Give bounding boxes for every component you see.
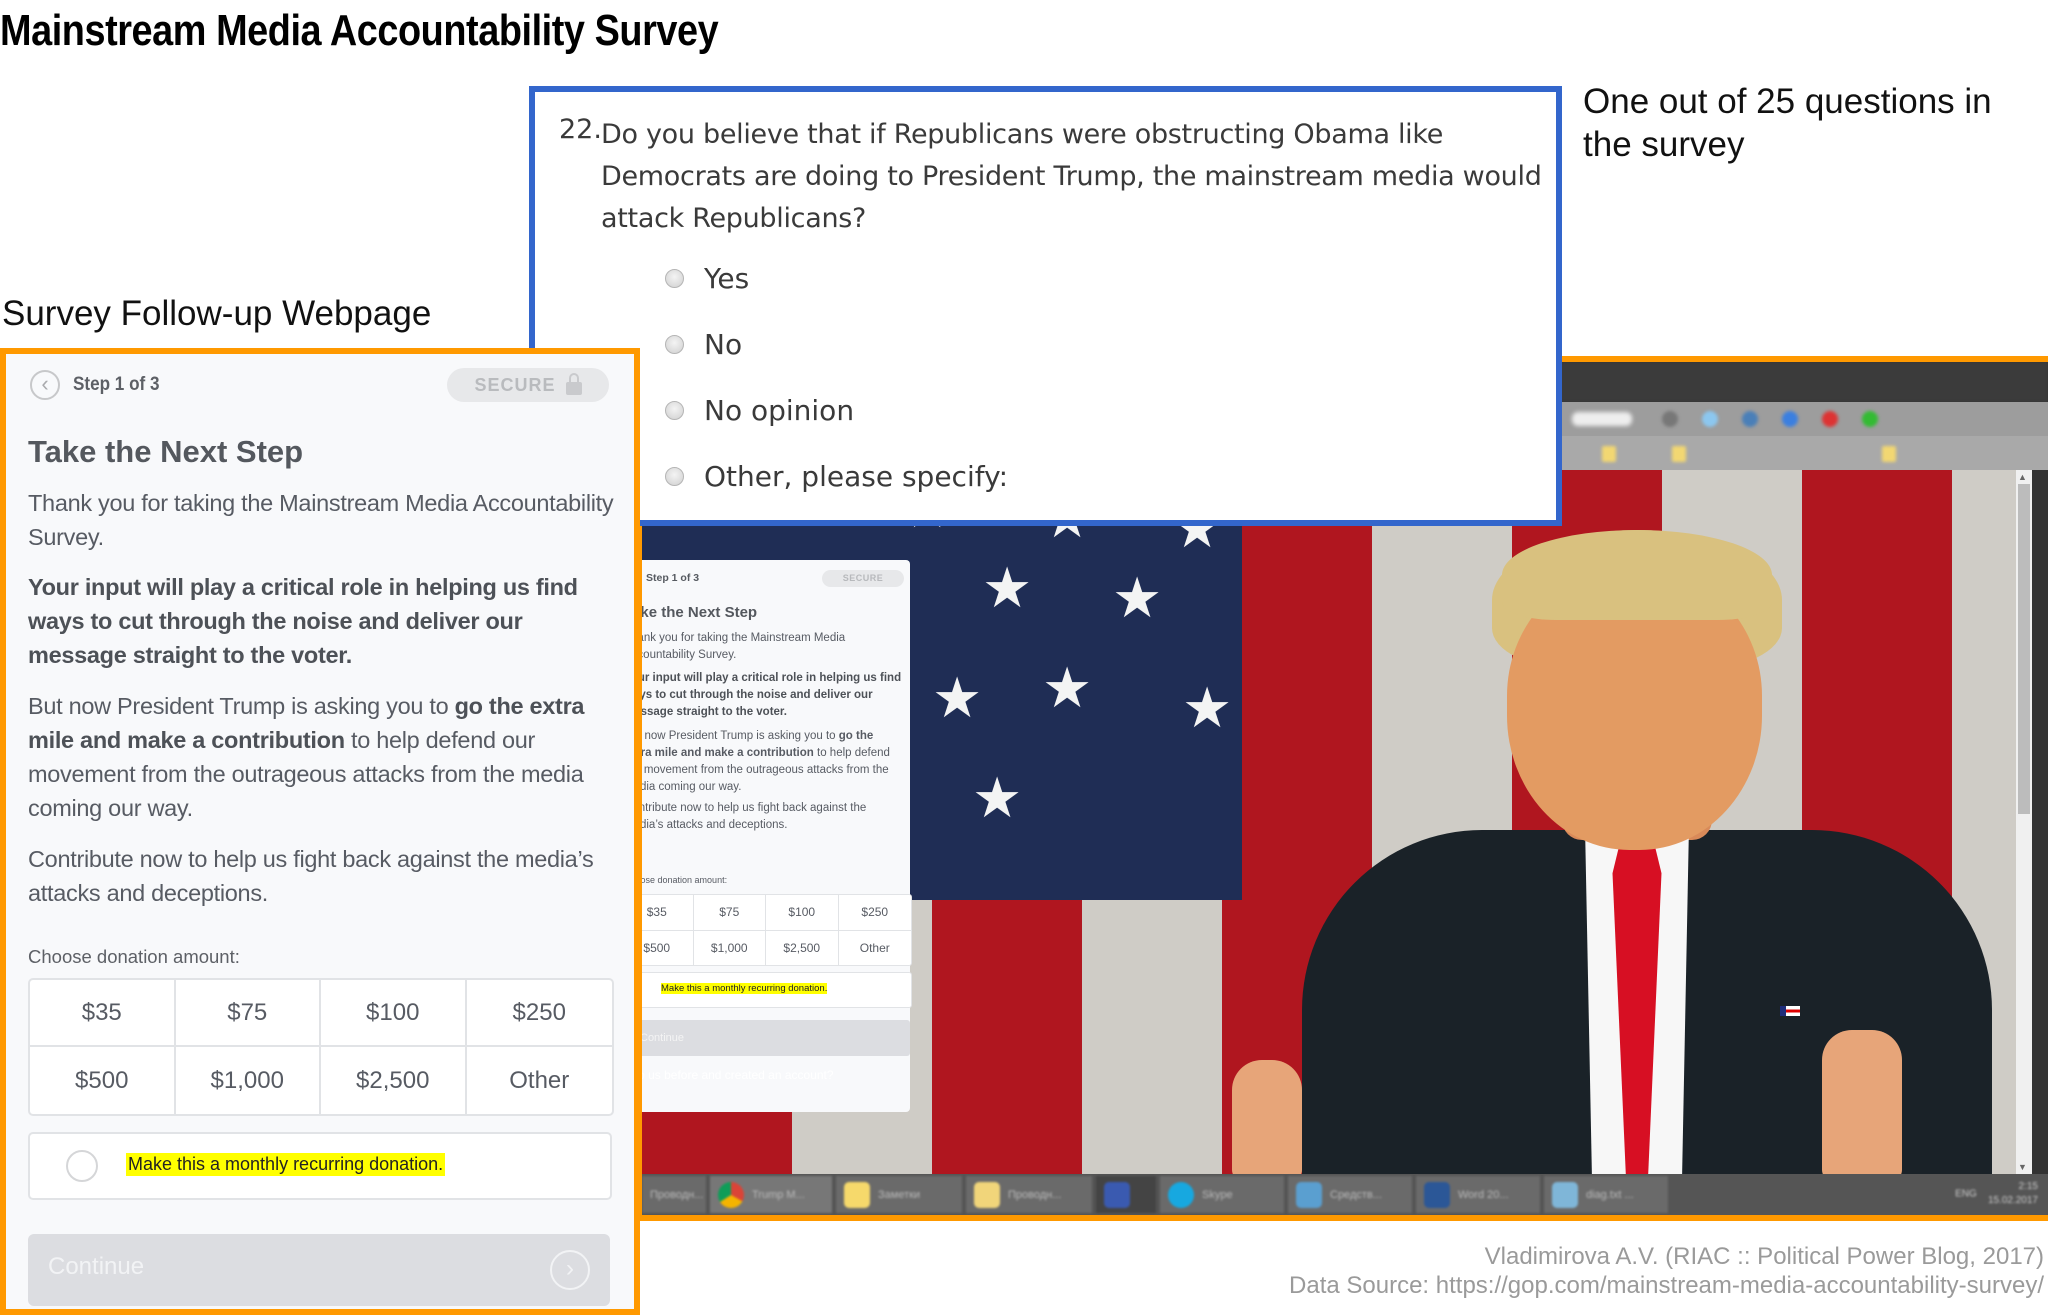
page-scrollbar[interactable]: ▲ ▼: [2016, 470, 2032, 1174]
taskbar-item[interactable]: Проводн...: [966, 1176, 1092, 1213]
recurring-radio[interactable]: [66, 1150, 98, 1182]
scroll-down-icon[interactable]: ▼: [2018, 1162, 2027, 1172]
back-chevron-icon[interactable]: ‹: [30, 370, 60, 400]
answer-option-no-opinion[interactable]: No opinion: [665, 394, 854, 427]
windows-taskbar: Проводн... Trump M... Заметки Проводн...…: [642, 1174, 2048, 1215]
lock-icon: [565, 372, 582, 395]
followup-annotation: Survey Follow-up Webpage: [2, 294, 432, 333]
amount-option-500[interactable]: $500: [30, 1047, 176, 1114]
amount-option-75[interactable]: $75: [175, 980, 321, 1047]
bookmark-folder-icon: [1602, 446, 1616, 462]
app-icon: [1104, 1181, 1130, 1208]
step-indicator: Step 1 of 3: [73, 374, 160, 395]
taskbar-item[interactable]: Проводн...: [642, 1176, 706, 1213]
amount-option-2500[interactable]: $2,500: [321, 1047, 467, 1114]
extension-icon: [1662, 411, 1678, 427]
radio-button[interactable]: [665, 467, 684, 486]
photos-icon: [1296, 1181, 1322, 1208]
taskbar-item[interactable]: Средств...: [1288, 1176, 1412, 1213]
fight-back-text: Contribute now to help us fight back aga…: [28, 846, 594, 906]
web-page-content: ★ ★ ★ ★ ★ ★ ★ ★ ★ TRUMP MAKE AMERICA GRE…: [642, 470, 2032, 1174]
folder-icon: [974, 1181, 1000, 1208]
account-prompt[interactable]: Have you donated to us before and create…: [642, 1068, 834, 1082]
contribution-appeal-text: But now President Trump is asking you to…: [28, 693, 585, 821]
question-annotation: One out of 25 questions in the survey: [1583, 82, 1992, 164]
amount-option-35[interactable]: $35: [30, 980, 176, 1047]
answer-option-other[interactable]: Other, please specify:: [665, 460, 1008, 493]
thank-you-text: Thank you for taking the Mainstream Medi…: [28, 490, 614, 550]
answer-option-yes[interactable]: Yes: [665, 262, 749, 295]
amount-option-1000[interactable]: $1,000: [176, 1047, 321, 1114]
mini-amount-option[interactable]: $75: [693, 895, 766, 931]
radio-button[interactable]: [665, 269, 684, 288]
bookmark-folder-icon: [1882, 446, 1896, 462]
amount-option-other[interactable]: Other: [467, 1047, 613, 1114]
extension-icon: [1742, 411, 1758, 427]
mini-recurring-option[interactable]: Make this a monthly recurring donation.: [642, 972, 912, 1008]
mini-amount-option[interactable]: $1,000: [694, 930, 766, 965]
notepad-icon: [1552, 1181, 1578, 1208]
taskbar-item[interactable]: diag.txt ...: [1544, 1176, 1668, 1213]
page-title: Mainstream Media Accountability Survey: [0, 6, 719, 55]
question-text: Do you believe that if Republicans were …: [601, 119, 1542, 234]
amount-option-100[interactable]: $100: [321, 980, 467, 1047]
mini-donation-panel: Step 1 of 3 SECURE Take the Next Step Th…: [642, 560, 912, 1112]
mini-amount-option[interactable]: $2,500: [766, 930, 839, 965]
question-number: 22.: [559, 114, 602, 145]
taskbar-item-chrome[interactable]: Trump M...: [710, 1176, 832, 1213]
extension-icon: [1782, 411, 1798, 427]
continue-button[interactable]: Continue ›: [28, 1234, 610, 1306]
donation-amount-grid: $35 $75 $100 $250 $500 $1,000 $2,500 Oth…: [28, 978, 614, 1116]
trump-photo: [1232, 530, 2032, 1174]
flag-pin-icon: [1780, 1006, 1800, 1016]
extension-icon: [1822, 411, 1838, 427]
mini-continue-button[interactable]: Continue: [642, 1020, 910, 1056]
amount-label: Choose donation amount:: [28, 946, 240, 967]
taskbar-item-word[interactable]: Word 20...: [1416, 1176, 1540, 1213]
chrome-icon: [718, 1181, 744, 1208]
scroll-up-icon[interactable]: ▲: [2018, 472, 2027, 482]
extension-icon: [1862, 411, 1878, 427]
mini-amount-option[interactable]: $250: [838, 895, 911, 931]
extension-icon: [1702, 411, 1718, 427]
bookmark-folder-icon: [1672, 446, 1686, 462]
input-role-text: Your input will play a critical role in …: [28, 574, 578, 668]
sticky-notes-icon: [844, 1181, 870, 1208]
radio-button[interactable]: [665, 335, 684, 354]
recurring-donation-option[interactable]: Make this a monthly recurring donation.: [28, 1132, 612, 1200]
source-credits: Vladimirova A.V. (RIAC :: Political Powe…: [1289, 1243, 2044, 1300]
survey-question-card: 22. Do you believe that if Republicans w…: [529, 86, 1562, 526]
amount-option-250[interactable]: $250: [466, 980, 612, 1047]
answer-option-no[interactable]: No: [665, 328, 742, 361]
mini-amount-option[interactable]: $35: [642, 895, 694, 931]
scroll-thumb[interactable]: [2018, 484, 2030, 814]
taskbar-item[interactable]: Заметки: [836, 1176, 962, 1213]
radio-button[interactable]: [665, 401, 684, 420]
data-source-link[interactable]: Data Source: https://gop.com/mainstream-…: [1289, 1271, 2044, 1300]
taskbar-item[interactable]: [1096, 1176, 1156, 1213]
section-heading: Take the Next Step: [28, 434, 304, 469]
chevron-right-icon: ›: [550, 1250, 590, 1290]
taskbar-item-skype[interactable]: Skype: [1160, 1176, 1284, 1213]
mini-amount-option[interactable]: Other: [839, 931, 912, 966]
word-icon: [1424, 1181, 1450, 1208]
mini-amount-option[interactable]: $100: [766, 895, 839, 931]
secure-badge: SECURE: [447, 368, 609, 402]
mini-amount-option[interactable]: $500: [642, 930, 694, 965]
mini-amount-grid: $35 $75 $100 $250 $500 $1,000 $2,500 Oth…: [642, 894, 912, 966]
system-tray[interactable]: ENG 2:15 15.02.2017: [1955, 1180, 2038, 1208]
recurring-label: Make this a monthly recurring donation.: [126, 1153, 446, 1176]
followup-donation-page: ‹ Step 1 of 3 SECURE Take the Next Step …: [0, 348, 640, 1315]
skype-icon: [1168, 1181, 1194, 1208]
